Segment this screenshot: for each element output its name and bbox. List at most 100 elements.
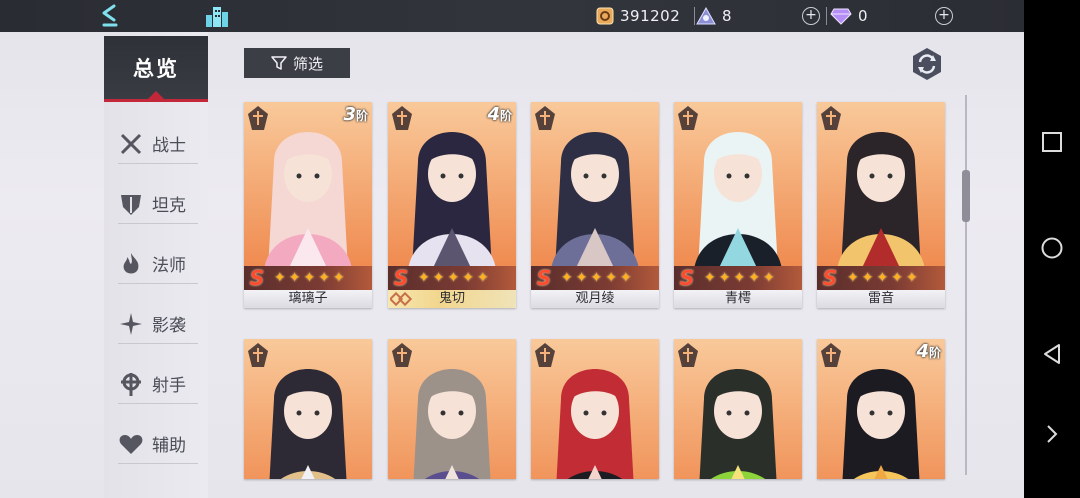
grade-badge: S [249,266,265,290]
grade-badge: S [679,266,695,290]
heart-icon [119,434,143,454]
funnel-icon [271,56,287,70]
star-icon: ✦ [762,270,775,286]
character-card[interactable]: S ✦ ✦ ✦ ✦ ✦ 雷音 [817,102,945,308]
rank-number: 3 [343,104,356,125]
grade-star-bar: S ✦ ✦ ✦ ✦ ✦ [817,266,945,290]
crystal-amount: 8 [722,7,733,25]
star-icon: ✦ [847,270,859,286]
character-card[interactable] [531,339,659,479]
back-triangle-icon[interactable] [1040,342,1064,366]
role-emblem-icon [392,106,412,130]
star-icon: ✦ [288,270,301,286]
rank-badge: 3阶 [334,104,368,128]
role-emblem-icon [535,343,555,367]
star-icon: ✦ [861,270,874,286]
gold-currency: 391202 [596,5,680,27]
tab-assassin-label: 影袭 [152,316,186,336]
character-card[interactable]: S ✦ ✦ ✦ ✦ ✦ 观月绫 [531,102,659,308]
star-icon: ✦ [575,270,588,286]
star-icon: ✦ [619,270,632,286]
star-rating: ✦ ✦ ✦ ✦ ✦ [418,270,489,286]
grade-star-bar: S ✦ ✦ ✦ ✦ ✦ [244,266,372,290]
star-rating: ✦ ✦ ✦ ✦ ✦ [704,270,775,286]
star-icon: ✦ [876,270,889,286]
crosshair-icon [121,372,141,396]
home-circle-icon[interactable] [1040,236,1064,260]
tab-overview-label: 总览 [133,57,179,81]
resource-divider [826,7,827,25]
bond-link-icon [388,291,413,307]
tab-warrior[interactable]: 战士 [118,124,198,164]
star-icon: ✦ [605,270,617,286]
star-icon: ✦ [476,270,489,286]
rank-number: 4 [487,104,500,125]
grade-star-bar: S ✦ ✦ ✦ ✦ ✦ [531,266,659,290]
gold-amount: 391202 [620,7,681,25]
gold-coin-icon [596,7,614,25]
active-notch [148,91,164,99]
star-icon: ✦ [418,270,430,286]
tab-support[interactable]: 辅助 [118,424,198,464]
star-rating: ✦ ✦ ✦ ✦ ✦ [561,270,632,286]
star-icon: ✦ [432,270,445,286]
star-icon: ✦ [718,270,731,286]
role-emblem-icon [535,106,555,130]
grade-star-bar: S ✦ ✦ ✦ ✦ ✦ [388,266,516,290]
grade-badge: S [536,266,552,290]
character-card[interactable] [388,339,516,479]
filter-label: 筛选 [292,54,323,73]
star-icon: ✦ [748,270,760,286]
class-sidebar: 总览 战士 坦克 法师 影袭 射手 辅助 [104,32,208,498]
character-card[interactable]: S ✦ ✦ ✦ ✦ ✦ 青樗 [674,102,802,308]
filter-button[interactable]: 筛选 [244,48,350,78]
scrollbar-thumb[interactable] [962,170,970,222]
star-icon: ✦ [590,270,603,286]
back-arrow-icon[interactable] [96,2,122,28]
tab-tank[interactable]: 坦克 [118,184,198,224]
rank-number: 4 [916,341,929,362]
crossed-swords-icon [120,133,142,154]
star-icon: ✦ [447,270,460,286]
tab-marksman[interactable]: 射手 [118,364,198,404]
role-emblem-icon [821,106,841,130]
star-icon: ✦ [303,270,316,286]
star-icon: ✦ [462,270,474,286]
rank-badge: 4阶 [907,341,941,365]
character-card[interactable] [674,339,802,479]
grade-badge: S [822,266,838,290]
system-nav-bar [1024,0,1080,498]
star-rating: ✦ ✦ ✦ ✦ ✦ [274,270,345,286]
rank-suffix: 阶 [499,109,512,123]
character-name: 雷音 [867,291,894,306]
tab-mage[interactable]: 法师 [118,244,198,284]
crystal-pyramid-icon [696,7,716,25]
character-card[interactable] [244,339,372,479]
add-gem-button[interactable]: + [935,7,953,25]
role-emblem-icon [392,343,412,367]
tab-assassin[interactable]: 影袭 [118,304,198,344]
character-card[interactable]: 4阶 [817,339,945,479]
character-name: 璃璃子 [288,291,328,306]
character-card[interactable]: 3阶 S ✦ ✦ ✦ ✦ ✦ 璃璃子 [244,102,372,308]
character-name-bar: 鬼切 [388,290,516,308]
tab-mage-label: 法师 [152,256,186,276]
sort-toggle-icon[interactable] [909,46,945,82]
city-home-icon[interactable] [204,3,230,29]
star-rating: ✦ ✦ ✦ ✦ ✦ [847,270,918,286]
active-underline [104,99,208,102]
star-icon: ✦ [332,270,345,286]
role-emblem-icon [678,106,698,130]
add-crystal-button[interactable]: + [802,7,820,25]
gem-amount: 0 [858,7,869,25]
tab-tank-label: 坦克 [152,196,186,216]
star-icon: ✦ [905,270,918,286]
star-icon: ✦ [318,270,330,286]
character-card[interactable]: 4阶 S ✦ ✦ ✦ ✦ ✦ 鬼切 [388,102,516,308]
scrollbar-track[interactable] [965,95,967,475]
tab-overview[interactable]: 总览 [104,36,208,102]
gem-currency: 0 [830,5,868,27]
diamond-gem-icon [830,8,852,25]
recent-apps-icon[interactable] [1040,130,1064,154]
chevron-right-icon[interactable] [1040,422,1064,446]
